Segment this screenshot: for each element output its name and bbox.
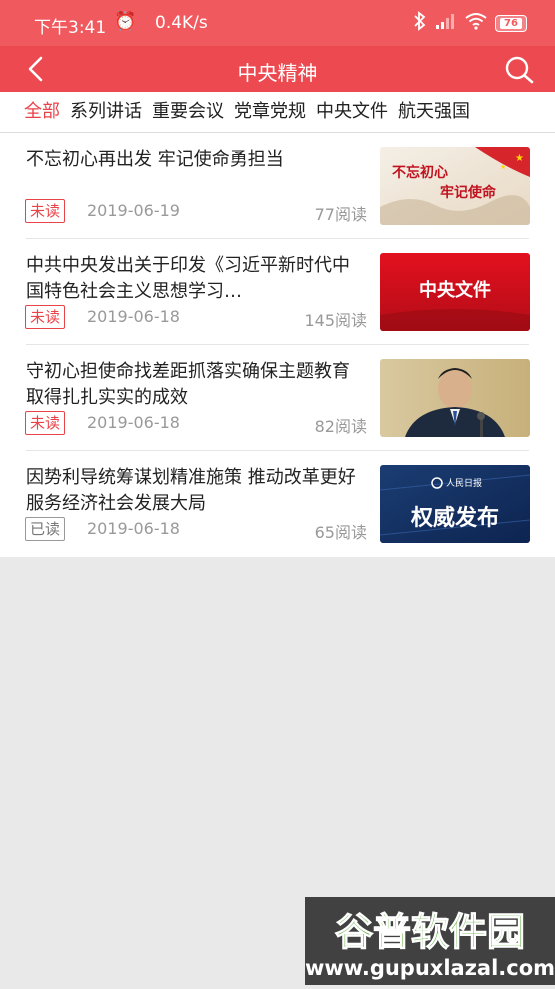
tab-party-rules[interactable]: 党章党规 [234,92,306,132]
article-item[interactable]: 守初心担使命找差距抓落实确保主题教育取得扎扎实实的成效 未读 2019-06-1… [0,345,555,451]
article-item[interactable]: 不忘初心再出发 牢记使命勇担当 未读 2019-06-19 77阅读 ★ ★ 不… [0,133,555,239]
article-date: 2019-06-18 [87,413,180,432]
view-count: 145阅读 [304,311,367,330]
signal-icon [435,12,457,34]
article-item[interactable]: 因势利导统筹谋划精准施策 推动改革更好服务经济社会发展大局 已读 2019-06… [0,451,555,557]
article-thumbnail: 人民日报 权威发布 [380,465,530,543]
tab-series-speeches[interactable]: 系列讲话 [70,92,142,132]
svg-text:www.gupuxlazal.com: www.gupuxlazal.com [305,956,555,980]
watermark-logo: 谷普软件园 www.gupuxlazal.com [305,897,555,985]
article-title: 守初心担使命找差距抓落实确保主题教育取得扎扎实实的成效 [26,361,350,408]
article-title: 不忘初心再出发 牢记使命勇担当 [26,149,284,170]
category-tabs: 全部 系列讲话 重要会议 党章党规 中央文件 航天强国 [0,92,555,133]
tab-central-documents[interactable]: 中央文件 [316,92,388,132]
view-count: 77阅读 [314,205,367,224]
article-date: 2019-06-19 [87,201,180,220]
svg-text:人民日报: 人民日报 [446,477,482,489]
read-status-badge: 未读 [25,411,66,435]
tab-all[interactable]: 全部 [24,92,60,132]
svg-text:★: ★ [500,163,506,171]
tab-important-meetings[interactable]: 重要会议 [152,92,224,132]
tab-aerospace[interactable]: 航天强国 [398,92,470,132]
status-bar: 下午3:41 ⏰ 0.4K/s 76 [0,0,555,46]
article-title: 中共中央发出关于印发《习近平新时代中国特色社会主义思想学习… [26,255,350,302]
svg-text:牢记使命: 牢记使命 [440,184,497,201]
article-thumbnail [380,359,530,437]
svg-text:不忘初心: 不忘初心 [392,164,448,181]
search-icon[interactable] [503,54,535,86]
battery-level: 76 [500,17,522,29]
read-status-badge: 已读 [25,517,66,541]
network-speed: 0.4K/s [155,13,208,33]
view-count: 82阅读 [314,417,367,436]
status-time: 下午3:41 [34,18,107,38]
article-date: 2019-06-18 [87,519,180,538]
battery-icon: 76 [495,14,527,32]
alarm-icon: ⏰ [114,11,137,32]
svg-text:谷普软件园: 谷普软件园 [335,910,525,954]
svg-text:★: ★ [515,153,524,164]
svg-text:权威发布: 权威发布 [410,505,499,531]
wifi-icon [465,12,487,34]
article-title: 因势利导统筹谋划精准施策 推动改革更好服务经济社会发展大局 [26,467,356,514]
app-header: 中央精神 [0,46,555,92]
view-count: 65阅读 [314,523,367,542]
page-title: 中央精神 [237,61,318,85]
article-date: 2019-06-18 [87,307,180,326]
read-status-badge: 未读 [25,199,66,223]
read-status-badge: 未读 [25,305,66,329]
bluetooth-icon [413,11,427,35]
article-list: 不忘初心再出发 牢记使命勇担当 未读 2019-06-19 77阅读 ★ ★ 不… [0,133,555,557]
article-thumbnail: 中央文件 [380,253,530,331]
article-thumbnail: ★ ★ 不忘初心 牢记使命 [380,147,530,225]
article-item[interactable]: 中共中央发出关于印发《习近平新时代中国特色社会主义思想学习… 未读 2019-0… [0,239,555,345]
svg-text:中央文件: 中央文件 [419,279,491,301]
